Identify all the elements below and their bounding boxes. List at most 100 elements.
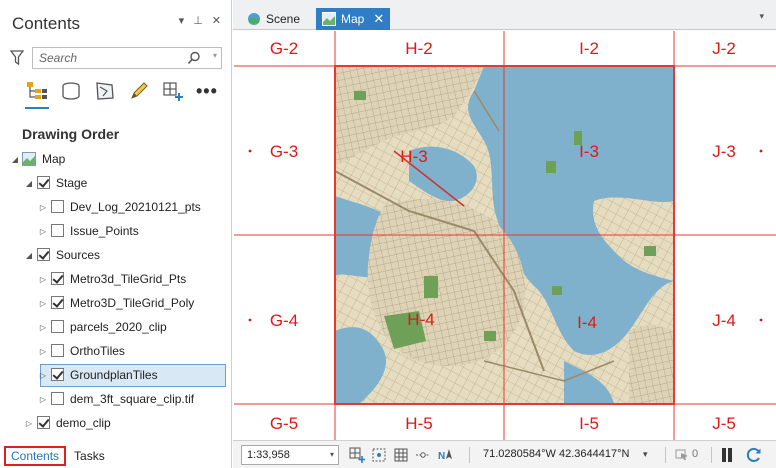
- tree-item[interactable]: ▷ Dev_Log_20210121_pts: [0, 196, 232, 218]
- status-tools: N: [349, 447, 453, 463]
- more-options-button[interactable]: •••: [196, 82, 218, 100]
- tree-item[interactable]: ◢ Stage: [0, 172, 232, 194]
- pause-drawing-icon[interactable]: [721, 448, 733, 462]
- list-by-data-source-button[interactable]: [58, 78, 84, 104]
- tree-item-label: Dev_Log_20210121_pts: [70, 200, 201, 214]
- tree-item[interactable]: ◢ Map: [0, 148, 232, 170]
- tile-point: [759, 149, 763, 153]
- tree-item[interactable]: ▷ OrthoTiles: [0, 340, 232, 362]
- tree-item[interactable]: ▷ GroundplanTiles: [0, 364, 232, 387]
- tree-item-label: Stage: [56, 176, 88, 190]
- list-by-snapping-button[interactable]: [160, 78, 186, 104]
- selected-features[interactable]: 0: [675, 447, 698, 461]
- separator: [711, 447, 712, 463]
- add-tile-icon[interactable]: [349, 447, 365, 463]
- filter-icon[interactable]: [10, 50, 24, 66]
- grid-icon[interactable]: [393, 447, 409, 463]
- collapse-arrow-icon[interactable]: ◢: [24, 178, 34, 188]
- expand-arrow-icon[interactable]: ▷: [38, 346, 48, 356]
- separator: [665, 447, 666, 463]
- pencil-icon: [131, 82, 148, 99]
- grid-label: I-4: [577, 313, 597, 332]
- pin-icon[interactable]: ⊥: [193, 14, 203, 27]
- layer-visibility-checkbox[interactable]: [51, 296, 64, 309]
- map-icon: [22, 152, 36, 166]
- tree-item[interactable]: ▷ Metro3D_TileGrid_Poly: [0, 292, 232, 314]
- expand-arrow-icon[interactable]: ▷: [38, 322, 48, 332]
- pane-bottom-tabs: Contents Tasks: [4, 446, 111, 466]
- refresh-icon[interactable]: [745, 446, 763, 464]
- expand-arrow-icon[interactable]: ▷: [38, 202, 48, 212]
- expand-arrow-icon[interactable]: ▷: [38, 394, 48, 404]
- tree-item[interactable]: ▷ Issue_Points: [0, 220, 232, 242]
- layer-visibility-checkbox[interactable]: [51, 272, 64, 285]
- tree-item-label: dem_3ft_square_clip.tif: [70, 392, 195, 406]
- collapse-arrow-icon[interactable]: ◢: [24, 250, 34, 260]
- tab-map-label: Map: [341, 12, 365, 26]
- tree-item[interactable]: ▷ Metro3d_TileGrid_Pts: [0, 268, 232, 290]
- tree-item[interactable]: ◢ Sources: [0, 244, 232, 266]
- pane-controls: ▾ ⊥ ✕: [179, 14, 221, 27]
- layer-visibility-checkbox[interactable]: [37, 176, 50, 189]
- tile-point: [759, 318, 763, 322]
- grid-label: H-2: [405, 39, 432, 58]
- layer-visibility-checkbox[interactable]: [51, 224, 64, 237]
- constraint-icon[interactable]: [415, 447, 431, 463]
- tree-item[interactable]: ▷ demo_clip: [0, 412, 232, 434]
- selected-count: 0: [692, 448, 699, 460]
- search-options-icon[interactable]: ▾: [213, 51, 217, 60]
- map-status-bar: 1:33,958 ▾ N 71.0280584°W 42.3644417°N ▾…: [233, 440, 776, 468]
- tab-map[interactable]: Map ✕: [316, 8, 391, 30]
- coordinate-format-chevron-icon[interactable]: ▾: [643, 449, 648, 460]
- map-canvas[interactable]: G-2 H-2 I-2 J-2 G-3 H-3 I-3 J-3 G-4 H-4 I-4 J-4 G-5 H…: [234, 31, 776, 440]
- list-by-drawing-order-button[interactable]: [24, 78, 50, 109]
- layer-visibility-checkbox[interactable]: [37, 248, 50, 261]
- north-arrow-icon[interactable]: N: [437, 447, 453, 463]
- close-tab-icon[interactable]: ✕: [373, 11, 384, 27]
- layer-visibility-checkbox[interactable]: [51, 392, 64, 405]
- close-icon[interactable]: ✕: [212, 14, 221, 27]
- layer-visibility-checkbox[interactable]: [51, 320, 64, 333]
- layer-visibility-checkbox[interactable]: [51, 200, 64, 213]
- tab-scene[interactable]: Scene: [241, 8, 306, 30]
- search-input[interactable]: [33, 48, 185, 68]
- tab-list-chevron-icon[interactable]: ▾: [759, 11, 764, 22]
- expand-arrow-icon[interactable]: ▷: [38, 226, 48, 236]
- collapse-arrow-icon[interactable]: ◢: [10, 154, 20, 164]
- tree-item[interactable]: ▷ parcels_2020_clip: [0, 316, 232, 338]
- tab-contents[interactable]: Contents: [4, 446, 67, 466]
- expand-arrow-icon[interactable]: ▷: [24, 418, 34, 428]
- expand-arrow-icon[interactable]: ▷: [38, 274, 48, 284]
- grid-label: I-2: [579, 39, 599, 58]
- grid-label: J-5: [712, 414, 736, 433]
- grid-label: J-2: [712, 39, 736, 58]
- tree-item-label: demo_clip: [56, 416, 111, 430]
- search-icon[interactable]: [187, 51, 201, 65]
- tree-item[interactable]: ▷ dem_3ft_square_clip.tif: [0, 388, 232, 410]
- layer-visibility-checkbox[interactable]: [37, 416, 50, 429]
- expand-arrow-icon[interactable]: ▷: [38, 370, 48, 380]
- scale-selector[interactable]: 1:33,958 ▾: [241, 445, 339, 465]
- list-by-editing-button[interactable]: [126, 78, 152, 104]
- layer-visibility-checkbox[interactable]: [51, 368, 64, 381]
- layer-visibility-checkbox[interactable]: [51, 344, 64, 357]
- map-view[interactable]: G-2 H-2 I-2 J-2 G-3 H-3 I-3 J-3 G-4 H-4 I-4 J-4 G-5 H…: [234, 31, 776, 440]
- pane-menu-icon[interactable]: ▾: [179, 14, 185, 27]
- grid-label: H-3: [400, 147, 427, 166]
- chevron-down-icon: ▾: [329, 450, 334, 459]
- scale-value: 1:33,958: [247, 449, 290, 461]
- tree-item-label: Issue_Points: [70, 224, 139, 238]
- tree-item-label: OrthoTiles: [70, 344, 125, 358]
- selection-icon: [675, 449, 688, 460]
- tree-item-label: parcels_2020_clip: [70, 320, 167, 334]
- grid-label: J-4: [712, 311, 736, 330]
- snapping-icon[interactable]: [371, 447, 387, 463]
- expand-arrow-icon[interactable]: ▷: [38, 298, 48, 308]
- tab-tasks[interactable]: Tasks: [68, 447, 111, 465]
- separator: [469, 447, 470, 463]
- list-by-selection-button[interactable]: [92, 78, 118, 104]
- add-grid-icon: [163, 82, 183, 101]
- coordinate-readout: 71.0280584°W 42.3644417°N: [483, 448, 630, 460]
- grid-label: G-2: [270, 39, 298, 58]
- grid-label: G-5: [270, 414, 298, 433]
